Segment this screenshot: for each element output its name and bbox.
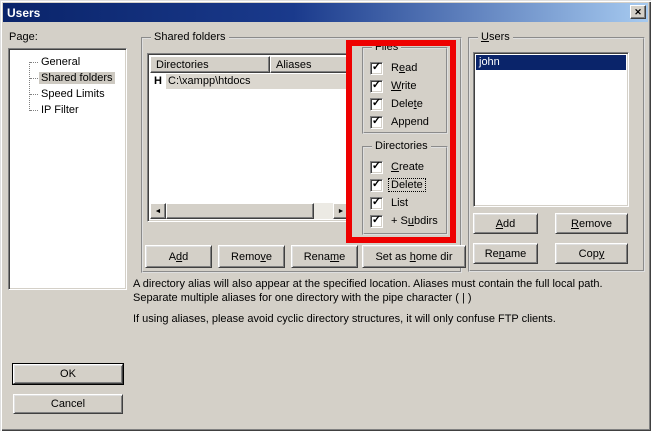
column-header-directories[interactable]: Directories — [150, 56, 270, 73]
home-marker: H — [150, 75, 162, 87]
close-icon: ✕ — [634, 8, 642, 17]
directory-row[interactable]: H C:\xampp\htdocs — [150, 73, 349, 89]
alias-note-text: A directory alias will also appear at th… — [133, 277, 638, 305]
users-group-label: Users — [478, 31, 513, 43]
button-label: Copy — [579, 248, 605, 260]
title-bar[interactable]: Users ✕ — [3, 3, 648, 22]
rename-user-button[interactable]: Rename — [473, 243, 538, 264]
page-item-shared-folders[interactable]: Shared folders — [9, 70, 126, 86]
checkbox-row-subdirs[interactable]: ✓ + Subdirs — [370, 214, 440, 228]
files-group-label: Files — [372, 41, 401, 53]
add-user-button[interactable]: Add — [473, 213, 538, 234]
add-directory-button[interactable]: Add — [145, 245, 212, 268]
button-label: Add — [496, 218, 516, 230]
button-label: Rename — [304, 251, 346, 263]
read-label: Read — [389, 62, 419, 74]
page-item-ip-filter[interactable]: IP Filter — [9, 102, 126, 118]
listview-header: Directories Aliases — [150, 56, 349, 73]
window-title: Users — [3, 6, 40, 20]
scroll-right-button[interactable]: ► — [333, 203, 349, 219]
users-dialog: Users ✕ Page: General Shared folders Spe… — [0, 0, 651, 431]
cyclic-note-text: If using aliases, please avoid cyclic di… — [133, 312, 638, 326]
read-checkbox[interactable]: ✓ — [370, 62, 383, 75]
scroll-left-button[interactable]: ◄ — [150, 203, 166, 219]
remove-directory-button[interactable]: Remove — [218, 245, 285, 268]
scrollbar-track[interactable] — [314, 203, 333, 219]
checkbox-row-create[interactable]: ✓ Create — [370, 160, 426, 174]
page-listbox: General Shared folders Speed Limits IP F… — [8, 48, 127, 290]
delete-dirs-label: Delete — [389, 179, 425, 191]
page-item-speed-limits[interactable]: Speed Limits — [9, 86, 126, 102]
checkbox-row-list[interactable]: ✓ List — [370, 196, 410, 210]
checkmark-icon: ✓ — [372, 98, 381, 109]
append-label: Append — [389, 116, 431, 128]
button-label: Remove — [231, 251, 272, 263]
set-as-home-dir-button[interactable]: Set as home dir — [362, 245, 466, 268]
checkmark-icon: ✓ — [372, 80, 381, 91]
create-label: Create — [389, 161, 426, 173]
ok-button[interactable]: OK — [13, 364, 123, 384]
scroll-left-icon: ◄ — [155, 208, 162, 215]
directories-permissions-group: Directories ✓ Create ✓ Delete ✓ List ✓ +… — [362, 146, 448, 235]
create-checkbox[interactable]: ✓ — [370, 161, 383, 174]
write-label: Write — [389, 80, 418, 92]
checkbox-row-write[interactable]: ✓ Write — [370, 79, 418, 93]
directories-group-label: Directories — [372, 140, 431, 152]
checkmark-icon: ✓ — [372, 179, 381, 190]
close-button[interactable]: ✕ — [630, 5, 646, 19]
cancel-button[interactable]: Cancel — [13, 394, 123, 414]
button-label: Remove — [571, 218, 612, 230]
page-label: Page: — [9, 31, 38, 43]
checkmark-icon: ✓ — [372, 161, 381, 172]
subdirs-label: + Subdirs — [389, 215, 440, 227]
delete-files-label: Delete — [389, 98, 425, 110]
checkmark-icon: ✓ — [372, 62, 381, 73]
directory-path: C:\xampp\htdocs — [166, 74, 349, 89]
write-checkbox[interactable]: ✓ — [370, 80, 383, 93]
button-label: Rename — [485, 248, 527, 260]
delete-dirs-checkbox[interactable]: ✓ — [370, 179, 383, 192]
subdirs-checkbox[interactable]: ✓ — [370, 215, 383, 228]
checkmark-icon: ✓ — [372, 215, 381, 226]
scroll-right-icon: ► — [338, 208, 345, 215]
shared-folders-group-label: Shared folders — [151, 31, 229, 43]
files-permissions-group: Files ✓ Read ✓ Write ✓ Delete ✓ Append — [362, 47, 448, 134]
checkbox-row-read[interactable]: ✓ Read — [370, 61, 419, 75]
checkbox-row-delete-files[interactable]: ✓ Delete — [370, 97, 425, 111]
append-checkbox[interactable]: ✓ — [370, 116, 383, 129]
button-label: Add — [169, 251, 189, 263]
delete-files-checkbox[interactable]: ✓ — [370, 98, 383, 111]
column-header-aliases[interactable]: Aliases — [270, 56, 349, 73]
list-checkbox[interactable]: ✓ — [370, 197, 383, 210]
button-label: Set as home dir — [375, 251, 452, 263]
directories-listview: Directories Aliases H C:\xampp\htdocs ◄ … — [147, 53, 352, 222]
list-label: List — [389, 197, 410, 209]
copy-user-button[interactable]: Copy — [555, 243, 628, 264]
remove-user-button[interactable]: Remove — [555, 213, 628, 234]
page-tree: General Shared folders Speed Limits IP F… — [9, 49, 126, 289]
checkbox-row-append[interactable]: ✓ Append — [370, 115, 431, 129]
checkmark-icon: ✓ — [372, 116, 381, 127]
horizontal-scrollbar[interactable]: ◄ ► — [150, 203, 349, 219]
scrollbar-thumb[interactable] — [166, 203, 314, 219]
checkbox-row-delete-dirs[interactable]: ✓ Delete — [370, 178, 425, 192]
user-item-john[interactable]: john — [476, 55, 626, 70]
users-listbox: john — [473, 52, 629, 207]
rename-directory-button[interactable]: Rename — [291, 245, 358, 268]
page-item-general[interactable]: General — [9, 54, 126, 70]
checkmark-icon: ✓ — [372, 197, 381, 208]
